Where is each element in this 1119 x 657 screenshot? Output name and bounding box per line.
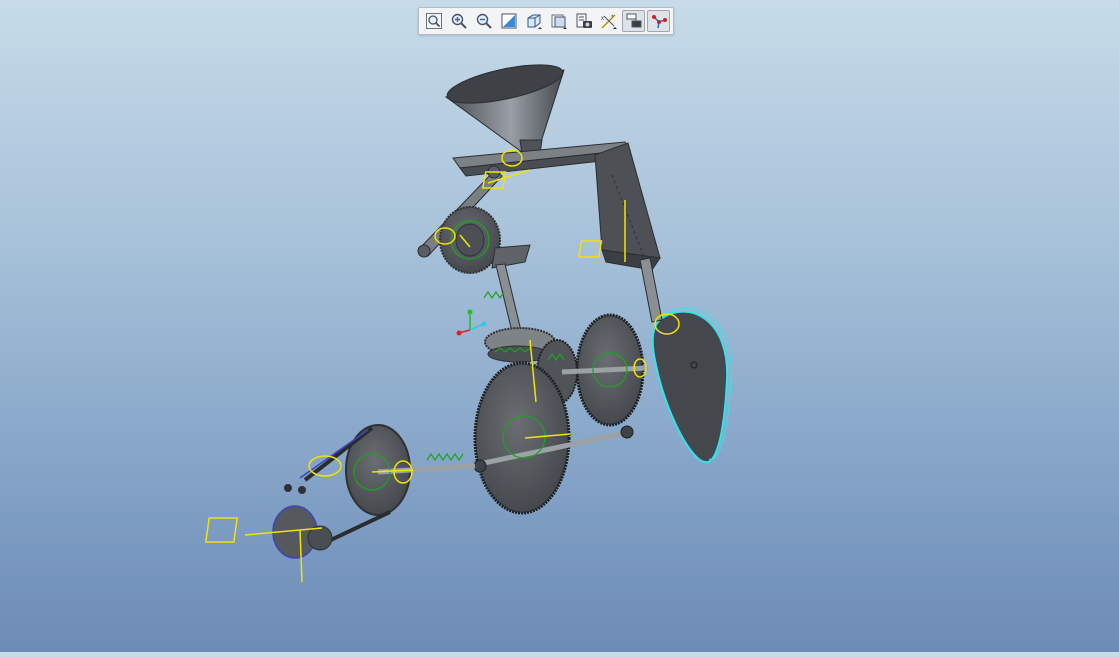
zoom-in-icon <box>451 13 467 29</box>
svg-text:x: x <box>601 16 604 22</box>
zoom-fit-icon <box>425 13 442 29</box>
motor-pulley[interactable] <box>272 484 333 559</box>
refit-view-button[interactable] <box>422 10 445 32</box>
repaint-button[interactable] <box>497 10 520 32</box>
saved-views-button[interactable] <box>547 10 570 32</box>
coordinate-triad-icon <box>456 309 487 336</box>
mechanism-display-icon <box>651 15 667 29</box>
annotation-display-button[interactable] <box>622 10 645 32</box>
datum-display-icon: x * <box>601 14 617 29</box>
display-style-button[interactable] <box>522 10 545 32</box>
saved-views-icon <box>551 14 567 29</box>
zoom-out-icon <box>476 13 492 29</box>
mechanism-model[interactable] <box>0 0 1119 652</box>
view-manager-button[interactable] <box>572 10 595 32</box>
zoom-in-button[interactable] <box>447 10 470 32</box>
datum-display-button[interactable]: x * <box>597 10 620 32</box>
vertical-shaft[interactable] <box>495 263 523 337</box>
view-manager-icon <box>576 13 592 28</box>
mechanism-display-button[interactable] <box>647 10 670 32</box>
annotation-display-icon <box>626 13 641 28</box>
zoom-out-button[interactable] <box>472 10 495 32</box>
3d-viewport[interactable] <box>0 0 1119 652</box>
shaded-cube-icon <box>527 14 542 29</box>
graphics-toolbar: x * <box>418 7 674 35</box>
cam-plate[interactable] <box>639 257 732 464</box>
repaint-icon <box>501 13 516 29</box>
